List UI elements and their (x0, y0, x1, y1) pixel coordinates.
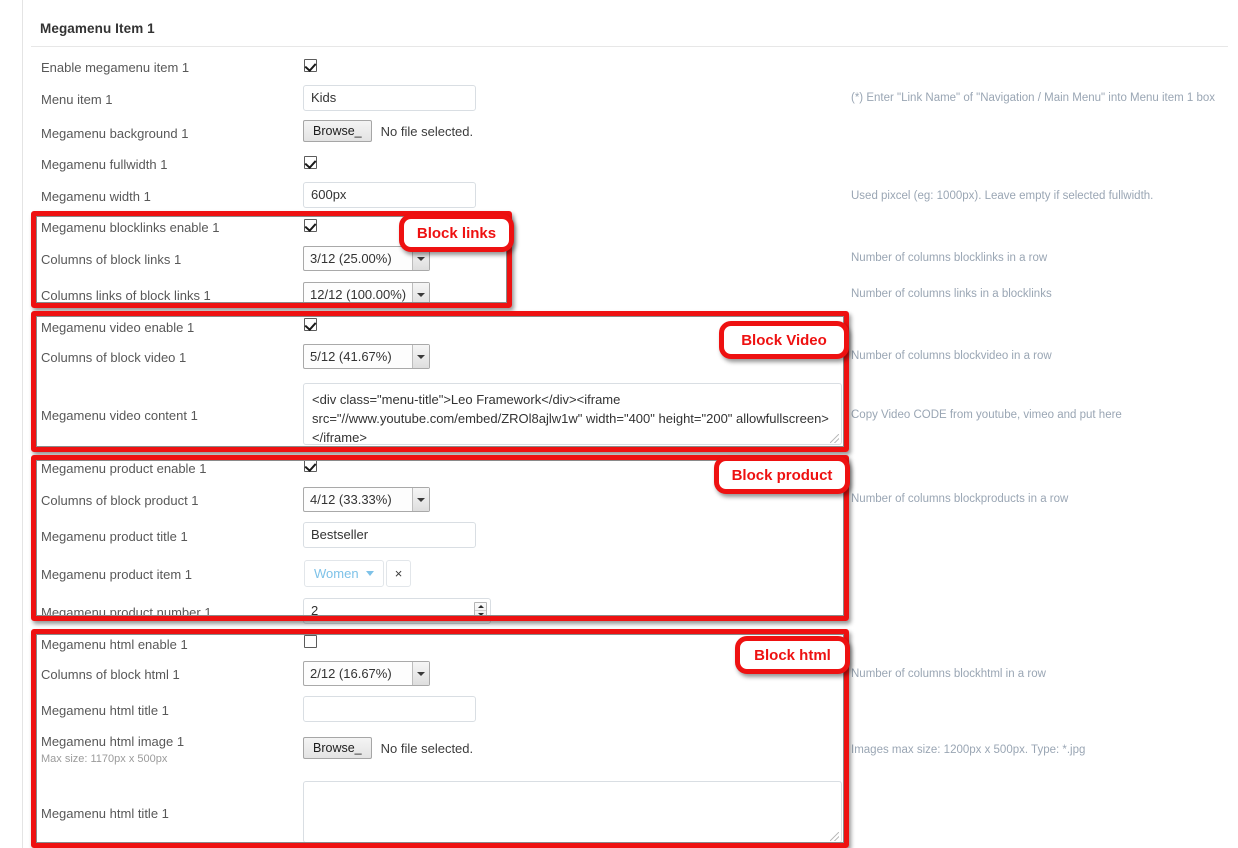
hint-columns-of-block-links: Number of columns blocklinks in a row (851, 252, 1048, 264)
html-title-input[interactable] (303, 696, 476, 722)
label-product-number: Megamenu product number 1 (41, 605, 212, 620)
settings-page: Megamenu Item 1 Enable megamenu item 1 M… (0, 0, 1238, 848)
product-item-dropdown[interactable]: Women (304, 560, 384, 587)
checkbox-html-enable[interactable] (304, 635, 317, 648)
label-columns-links-of-block-links: Columns links of block links 1 (41, 288, 211, 303)
hint-columns-links-of-block-links: Number of columns links in a blocklinks (851, 288, 1052, 300)
browse-button-background[interactable]: Browse_ (303, 120, 372, 142)
file-status-html-image: No file selected. (380, 740, 474, 756)
select-columns-of-block-html-value: 2/12 (16.67%) (310, 666, 392, 681)
label-html-enable: Megamenu html enable 1 (41, 637, 188, 652)
select-columns-of-block-product-value: 4/12 (33.33%) (310, 492, 392, 507)
hint-megamenu-width: Used pixcel (eg: 1000px). Leave empty if… (851, 190, 1154, 202)
product-number-stepper[interactable]: 2 (303, 598, 491, 624)
checkbox-megamenu-fullwidth[interactable] (304, 156, 317, 169)
select-columns-of-block-product[interactable]: 4/12 (33.33%) (303, 487, 430, 512)
caret-down-icon (365, 571, 374, 576)
megamenu-width-input[interactable]: 600px (303, 182, 476, 208)
label-video-enable: Megamenu video enable 1 (41, 320, 195, 335)
checkbox-enable-megamenu-item[interactable] (304, 59, 317, 72)
hint-columns-of-block-product: Number of columns blockproducts in a row (851, 493, 1069, 505)
chevron-down-icon (412, 662, 429, 685)
select-columns-of-block-html[interactable]: 2/12 (16.67%) (303, 661, 430, 686)
label-product-title: Megamenu product title 1 (41, 529, 188, 544)
select-columns-links-of-block-links[interactable]: 12/12 (100.00%) (303, 282, 430, 307)
html-content-textarea[interactable] (303, 781, 842, 843)
html-image-file-field[interactable]: Browse_ No file selected. (303, 737, 473, 759)
label-columns-of-block-links: Columns of block links 1 (41, 252, 182, 267)
annotation-block-html: Block html (735, 636, 850, 674)
annotation-block-links: Block links (399, 214, 514, 252)
label-video-content: Megamenu video content 1 (41, 408, 198, 423)
select-columns-links-of-block-links-value: 12/12 (100.00%) (310, 287, 407, 302)
hint-menu-item: (*) Enter "Link Name" of "Navigation / M… (851, 92, 1216, 104)
sublabel-html-image-max-size: Max size: 1170px x 500px (41, 753, 168, 765)
chevron-down-icon (412, 283, 429, 306)
label-enable-megamenu-item: Enable megamenu item 1 (41, 60, 190, 75)
panel-left-edge (22, 0, 23, 848)
resize-grip-icon[interactable] (830, 434, 839, 443)
product-item-remove-button[interactable]: × (386, 560, 411, 587)
label-html-title-2: Megamenu html title 1 (41, 806, 169, 821)
label-html-image: Megamenu html image 1 (41, 734, 185, 749)
label-blocklinks-enable: Megamenu blocklinks enable 1 (41, 220, 220, 235)
browse-button-html-image[interactable]: Browse_ (303, 737, 372, 759)
spinner-buttons[interactable] (474, 602, 487, 619)
resize-grip-icon[interactable] (830, 832, 839, 841)
label-product-enable: Megamenu product enable 1 (41, 461, 207, 476)
file-status-background: No file selected. (380, 123, 474, 139)
select-columns-of-block-video[interactable]: 5/12 (41.67%) (303, 344, 430, 369)
annotation-block-video: Block Video (719, 321, 849, 359)
label-menu-item: Menu item 1 (41, 92, 113, 107)
label-megamenu-width: Megamenu width 1 (41, 189, 151, 204)
checkbox-product-enable[interactable] (304, 459, 317, 472)
video-content-value: <div class="menu-title">Leo Framework</d… (312, 392, 829, 445)
label-product-item: Megamenu product item 1 (41, 567, 193, 582)
label-columns-of-block-video: Columns of block video 1 (41, 350, 187, 365)
chevron-down-icon (412, 488, 429, 511)
video-content-textarea[interactable]: <div class="menu-title">Leo Framework</d… (303, 383, 842, 445)
annotation-block-product: Block product (714, 456, 850, 494)
select-columns-of-block-links-value: 3/12 (25.00%) (310, 251, 392, 266)
hint-columns-of-block-html: Number of columns blockhtml in a row (851, 668, 1046, 680)
menu-item-input[interactable]: Kids (303, 85, 476, 111)
product-number-input[interactable]: 2 (303, 598, 491, 624)
chevron-down-icon (412, 345, 429, 368)
hint-video-content: Copy Video CODE from youtube, vimeo and … (851, 409, 1122, 421)
checkbox-blocklinks-enable[interactable] (304, 219, 317, 232)
label-columns-of-block-product: Columns of block product 1 (41, 493, 199, 508)
label-megamenu-background: Megamenu background 1 (41, 126, 189, 141)
label-html-title: Megamenu html title 1 (41, 703, 169, 718)
hint-columns-of-block-video: Number of columns blockvideo in a row (851, 350, 1052, 362)
title-divider (31, 46, 1228, 47)
product-title-input[interactable]: Bestseller (303, 522, 476, 548)
product-item-dropdown-label: Women (314, 566, 359, 581)
hint-html-image: Images max size: 1200px x 500px. Type: *… (851, 744, 1086, 756)
checkbox-video-enable[interactable] (304, 318, 317, 331)
spinner-up-icon[interactable] (475, 603, 486, 611)
spinner-down-icon[interactable] (475, 611, 486, 618)
page-title: Megamenu Item 1 (40, 21, 155, 36)
label-columns-of-block-html: Columns of block html 1 (41, 667, 180, 682)
megamenu-background-file-field[interactable]: Browse_ No file selected. (303, 120, 473, 142)
label-megamenu-fullwidth: Megamenu fullwidth 1 (41, 157, 168, 172)
select-columns-of-block-video-value: 5/12 (41.67%) (310, 349, 392, 364)
